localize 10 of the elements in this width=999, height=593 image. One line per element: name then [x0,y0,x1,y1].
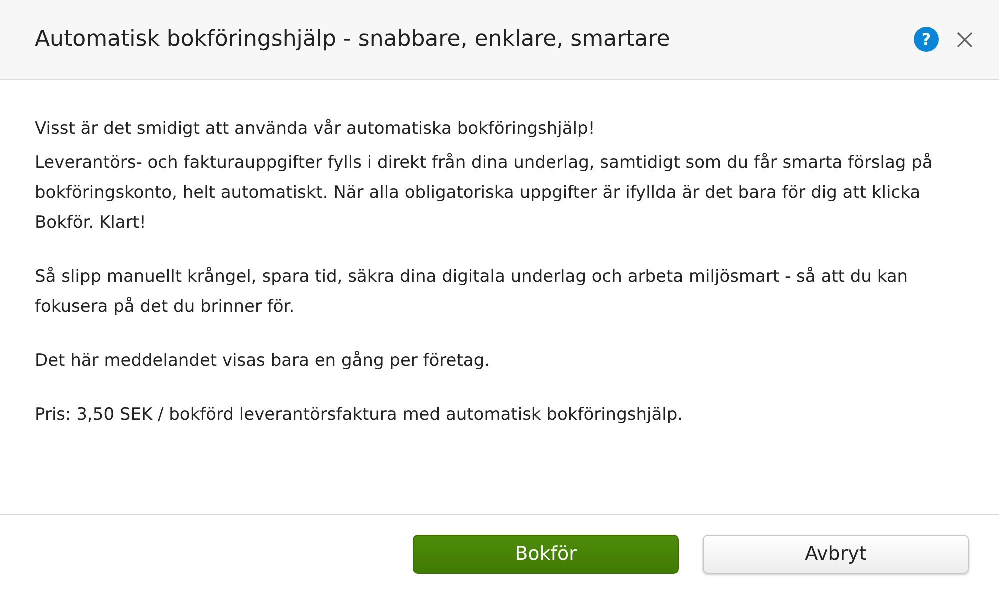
cancel-button[interactable]: Avbryt [703,534,969,574]
help-button[interactable]: ? [914,27,939,52]
message-paragraph: Det här meddelandet visas bara en gång per företag. [35,350,492,373]
close-icon[interactable] [957,32,973,48]
message-paragraph: Pris: 3,50 SEK / bokförd leverantörsfaktura med automatisk bokföringshjälp. [35,404,684,427]
confirm-button[interactable]: Bokför [413,534,679,574]
message-paragraph: Visst är det smidigt att använda vår automatiska bokföringshjälp! [35,118,596,141]
message-paragraph: Så slipp manuellt krångel, spara tid, säkra dina digitala underlag och arbeta miljösmart - så att du kan fokusera på det du brinner för. [35,266,910,319]
dialog-title: Automatisk bokföringshjälp - snabbare, enklare, smartare [35,27,672,52]
message-paragraph: Leverantörs- och fakturauppgifter fylls i direkt från dina underlag, samtidigt som du får smarta förslag på bokföringskonto, helt automatiskt. När alla obligatoriska uppgifter är ifyllda är det bara för dig att klicka Bokför. Klart! [35,152,934,235]
